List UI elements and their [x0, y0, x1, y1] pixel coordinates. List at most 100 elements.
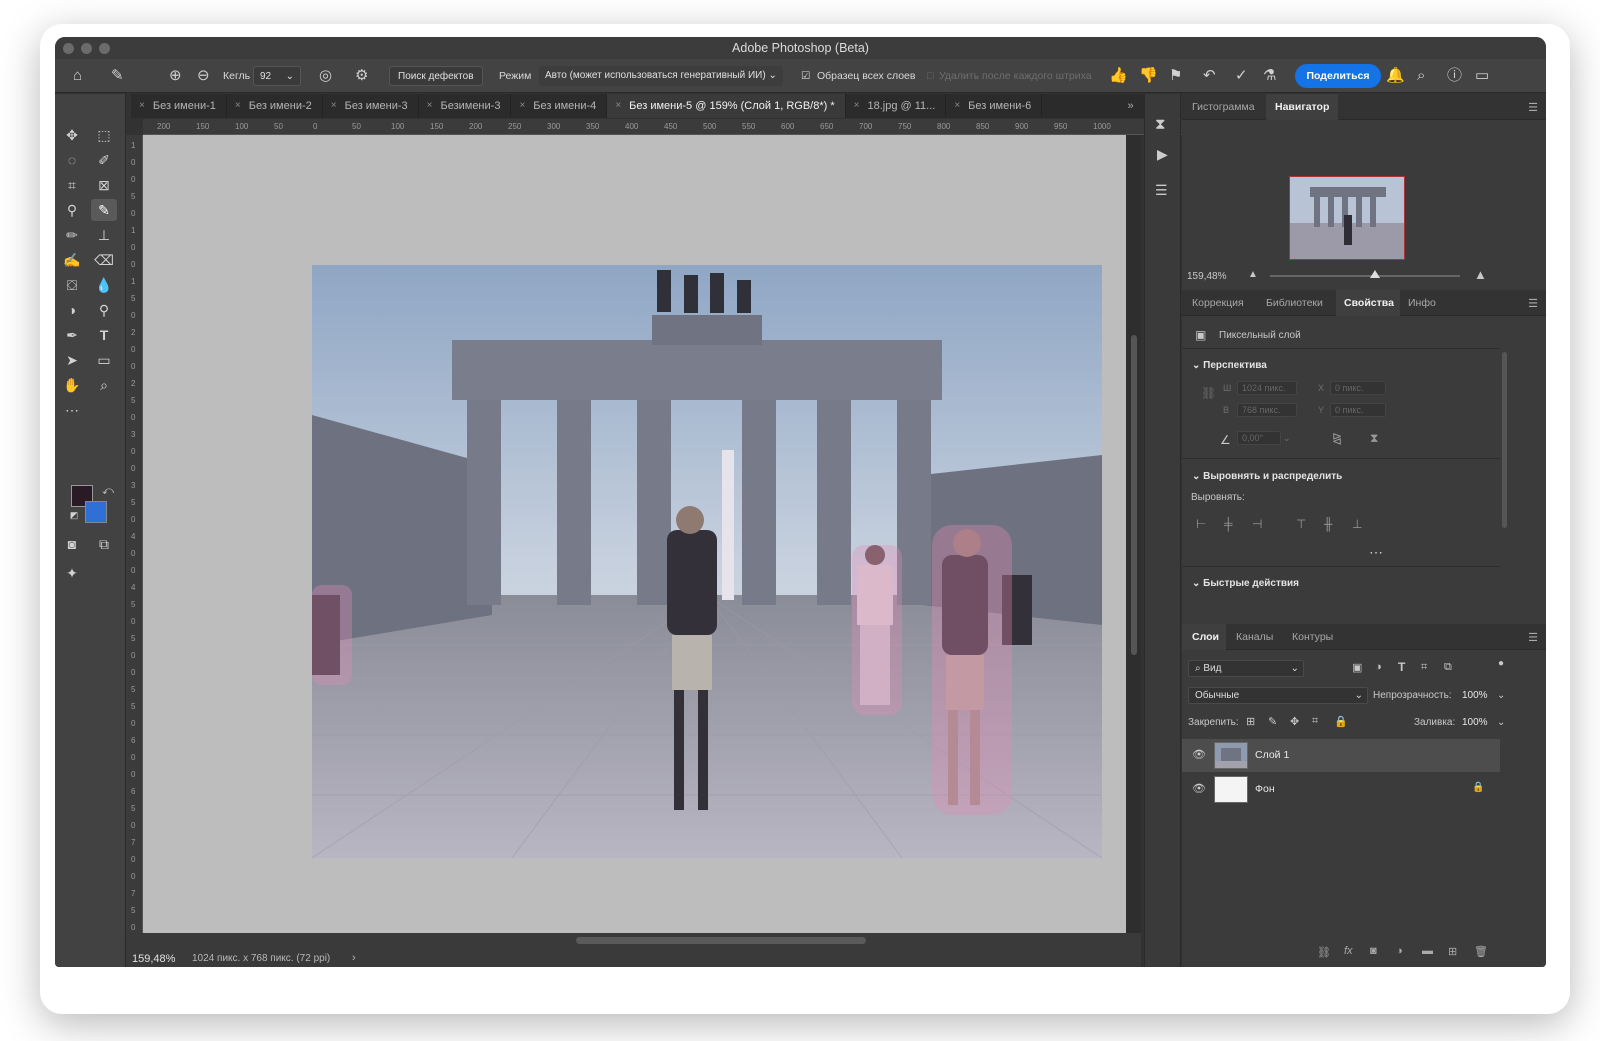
more-options-icon[interactable]: ⋯ [1369, 544, 1383, 561]
sponge-tool-icon[interactable]: ⚲ [91, 299, 117, 321]
filter-pixel-icon[interactable]: ▣ [1352, 661, 1362, 674]
width-field[interactable]: 1024 пикс. [1237, 381, 1297, 395]
filter-smart-icon[interactable]: ⧉ [1444, 661, 1452, 674]
align-section[interactable]: ⌄ Выровнять и распределить [1192, 471, 1342, 482]
hand-tool-icon[interactable]: ✋ [59, 374, 85, 396]
align-hcenter-icon[interactable]: ╪ [1224, 517, 1233, 531]
document-tab[interactable]: × Без имени-3 [323, 94, 419, 118]
flip-vertical-icon[interactable]: ⧗ [1370, 431, 1378, 446]
layer-row-background[interactable]: 👁 Фон 🔒 [1182, 773, 1500, 806]
tab-libraries[interactable]: Библиотеки [1266, 290, 1323, 316]
tab-paths[interactable]: Контуры [1292, 624, 1333, 650]
stamp-tool-icon[interactable]: ⊥ [91, 224, 117, 246]
document-tab[interactable]: × 18.jpg @ 11... [846, 94, 947, 118]
lasso-tool-icon[interactable]: ◌ [59, 149, 85, 171]
remove-after-checkbox[interactable]: □ [927, 59, 933, 93]
paint-bucket-icon[interactable]: ⛋ [59, 274, 85, 296]
new-group-icon[interactable]: ▬ [1422, 945, 1433, 957]
history-brush-icon[interactable]: ✍ [59, 249, 85, 271]
generative-icon[interactable]: ✦ [59, 562, 85, 584]
pressure-icon[interactable]: ◎ [319, 59, 332, 93]
layer-filter-select[interactable]: ⌕ Вид ⌄ [1188, 660, 1304, 677]
panel-menu-icon[interactable]: ☰ [1528, 101, 1538, 114]
help-icon[interactable]: ⓘ [1447, 59, 1462, 93]
marquee-tool-icon[interactable]: ⬚ [91, 124, 117, 146]
fill-value[interactable]: 100% [1462, 717, 1488, 728]
share-button[interactable]: Поделиться [1295, 64, 1381, 88]
frame-tool-icon[interactable]: ⊠ [91, 174, 117, 196]
align-bottom-icon[interactable]: ⊥ [1352, 517, 1362, 531]
add-brush-mode-icon[interactable]: ⊕ [169, 59, 182, 93]
rectangle-tool-icon[interactable]: ▭ [91, 349, 117, 371]
panel-menu-icon[interactable]: ☰ [1528, 297, 1538, 310]
vertical-scrollbar[interactable] [1126, 135, 1141, 933]
lock-position-icon[interactable]: ✥ [1290, 715, 1299, 728]
close-tab-icon[interactable]: × [139, 94, 145, 118]
minimize-window-button[interactable] [81, 43, 92, 54]
flip-horizontal-icon[interactable]: ⧎ [1332, 431, 1342, 445]
crop-tool-icon[interactable]: ⌗ [59, 174, 85, 196]
brush-tool-icon[interactable]: ✏ [59, 224, 85, 246]
close-tab-icon[interactable]: × [427, 94, 433, 118]
perspective-section[interactable]: ⌄ Перспектива [1192, 360, 1267, 371]
tab-info[interactable]: Инфо [1408, 290, 1436, 316]
opacity-value[interactable]: 100% [1462, 690, 1488, 701]
close-window-button[interactable] [63, 43, 74, 54]
remove-tool-icon[interactable]: ✎ [91, 199, 117, 221]
document-image[interactable] [312, 265, 1102, 858]
angle-dropdown-icon[interactable]: ⌄ [1283, 433, 1291, 444]
navigator-zoom[interactable]: 159,48% [1187, 271, 1226, 282]
link-icon[interactable]: ⛓ [1201, 386, 1216, 400]
blend-mode-select[interactable]: Обычные ⌄ [1188, 687, 1368, 704]
thumbs-down-icon[interactable]: 👎 [1139, 59, 1158, 93]
y-field[interactable]: 0 пикс. [1330, 403, 1386, 417]
tab-navigator[interactable]: Навигатор [1275, 94, 1329, 120]
more-tabs-chevron-icon[interactable]: » [1118, 94, 1143, 118]
dodge-tool-icon[interactable]: ◑ [59, 299, 85, 321]
tab-layers[interactable]: Слои [1192, 624, 1219, 650]
sample-all-checkbox[interactable]: ☑ [801, 59, 810, 93]
angle-field[interactable]: 0,00° [1237, 431, 1281, 445]
navigator-zoom-slider[interactable] [1270, 270, 1460, 278]
add-mask-icon[interactable]: ◙ [1370, 945, 1377, 957]
lock-transparency-icon[interactable]: ⊞ [1246, 715, 1255, 728]
subtract-brush-mode-icon[interactable]: ⊖ [197, 59, 210, 93]
new-layer-icon[interactable]: ⊞ [1448, 945, 1457, 958]
status-chevron-icon[interactable]: › [352, 952, 356, 964]
zoom-window-button[interactable] [99, 43, 110, 54]
layer-name[interactable]: Слой 1 [1255, 749, 1289, 761]
document-tab[interactable]: × Без имени-5 @ 159% (Слой 1, RGB/8*) * [607, 94, 846, 118]
document-tab[interactable]: × Без имени-4 [511, 94, 608, 118]
eraser-tool-icon[interactable]: ⌫ [91, 249, 117, 271]
undo-icon[interactable]: ↶ [1203, 59, 1216, 93]
tab-adjustments[interactable]: Коррекция [1192, 290, 1244, 316]
document-tab[interactable]: × Безимени-3 [419, 94, 512, 118]
screen-mode-icon[interactable]: ⧉ [91, 533, 117, 555]
document-tab[interactable]: × Без имени-6 [946, 94, 1043, 118]
filter-adjust-icon[interactable]: ◑ [1375, 661, 1382, 673]
quick-actions-section[interactable]: ⌄ Быстрые действия [1192, 578, 1299, 589]
size-input[interactable]: 92 ⌄ [253, 66, 301, 87]
close-tab-icon[interactable]: × [615, 94, 621, 118]
flag-icon[interactable]: ⚑ [1169, 59, 1182, 93]
tab-histogram[interactable]: Гистограмма [1192, 94, 1255, 120]
align-top-icon[interactable]: ⊤ [1296, 517, 1306, 531]
eyedropper-tool-icon[interactable]: ⚲ [59, 199, 85, 221]
align-right-icon[interactable]: ⊣ [1252, 517, 1262, 531]
blur-tool-icon[interactable]: 💧 [91, 274, 117, 296]
zoom-slider-knob[interactable] [1369, 270, 1380, 278]
close-tab-icon[interactable]: × [331, 94, 337, 118]
remove-tool-icon[interactable]: ✎ [111, 59, 124, 93]
pen-tool-icon[interactable]: ✒ [59, 324, 85, 346]
background-color-swatch[interactable] [85, 501, 107, 523]
x-field[interactable]: 0 пикс. [1330, 381, 1386, 395]
filter-type-icon[interactable]: T [1398, 660, 1405, 674]
adjustment-layer-icon[interactable]: ◑ [1396, 945, 1403, 957]
align-left-icon[interactable]: ⊢ [1196, 517, 1206, 531]
horizontal-scrollbar[interactable] [576, 937, 866, 944]
filter-shape-icon[interactable]: ⌗ [1421, 661, 1427, 674]
close-tab-icon[interactable]: × [519, 94, 525, 118]
close-tab-icon[interactable]: × [854, 94, 860, 118]
fill-dropdown-icon[interactable]: ⌄ [1497, 717, 1505, 728]
default-colors-icon[interactable]: ◩ [61, 504, 87, 526]
